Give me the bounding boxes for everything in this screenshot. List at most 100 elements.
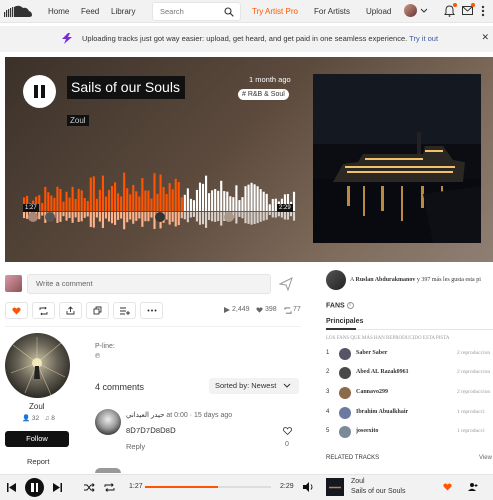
player-thumbnail[interactable] <box>326 478 344 496</box>
reply-button[interactable]: Reply <box>126 442 145 451</box>
comment-avatar-marker[interactable] <box>28 212 38 222</box>
player-like-icon[interactable] <box>443 483 452 491</box>
track-artist[interactable]: Zoul <box>67 115 89 126</box>
fan-avatar[interactable] <box>339 367 351 379</box>
comment-input[interactable]: Write a comment <box>27 274 271 294</box>
sort-dropdown[interactable]: Sorted by: Newest <box>209 378 299 394</box>
fan-avatar[interactable] <box>339 348 351 360</box>
fan-name[interactable]: Ibrahim Abualkhair <box>356 409 408 415</box>
like-button[interactable] <box>5 302 28 319</box>
comment-body: 8ᗞ7ᗞ7ᗞ8ᗞ8ᗞ <box>126 426 176 435</box>
view-all-link[interactable]: View <box>479 455 492 461</box>
player-title[interactable]: Sails of our Souls <box>351 488 405 495</box>
comment-author-avatar[interactable] <box>95 409 121 435</box>
waveform-reflection-bar <box>147 212 150 222</box>
comment-avatar-marker[interactable] <box>224 212 234 222</box>
upload-link[interactable]: Upload <box>366 0 391 23</box>
waveform-reflection-bar <box>286 212 290 220</box>
artist-avatar[interactable] <box>5 333 70 398</box>
comment-like-icon[interactable] <box>283 427 292 435</box>
waveform-reflection-bar <box>217 212 220 222</box>
share-button[interactable] <box>59 302 82 319</box>
waveform-reflection-bar <box>171 212 174 222</box>
search-icon[interactable] <box>224 7 234 17</box>
fan-row[interactable]: 2 Abed AL Razak0961 2 reproduccion <box>326 367 493 381</box>
more-options-icon[interactable] <box>481 5 485 17</box>
user-avatar[interactable] <box>404 4 417 17</box>
waveform-bar <box>44 186 47 211</box>
waveform-reflection-bar <box>110 212 114 224</box>
fan-avatar[interactable] <box>339 387 351 399</box>
fan-name[interactable]: Abed AL Razak0961 <box>356 369 409 375</box>
comment-header: حيدر العيداني at 0:00 · 15 days ago <box>126 411 232 419</box>
search-input[interactable] <box>153 3 219 20</box>
waveform-total-time: 2:29 <box>277 204 293 212</box>
liker-avatar[interactable] <box>326 270 346 290</box>
try-artist-pro-link[interactable]: Try Artist Pro <box>252 0 298 23</box>
nav-library[interactable]: Library <box>111 0 135 23</box>
waveform-reflection-bar <box>195 212 199 222</box>
waveform-reflection-bar <box>71 212 74 223</box>
waveform-bar <box>114 182 117 211</box>
soundcloud-logo-icon[interactable] <box>4 4 34 19</box>
fan-row[interactable]: 4 Ibrahim Abualkhair 1 reproducci <box>326 407 493 421</box>
waveform-reflection-bar <box>65 212 68 221</box>
for-artists-link[interactable]: For Artists <box>314 0 350 23</box>
send-icon[interactable] <box>279 277 293 291</box>
genre-tag[interactable]: # R&B & Soul <box>238 89 289 100</box>
comment-author-avatar[interactable] <box>95 468 121 473</box>
fan-name[interactable]: Saber Saber <box>356 350 387 356</box>
tab-principales[interactable]: Principales <box>326 318 363 325</box>
info-icon[interactable]: i <box>346 302 354 309</box>
player-pause-button[interactable] <box>25 478 44 497</box>
nav-feed[interactable]: Feed <box>81 0 99 23</box>
player-artist[interactable]: Zoul <box>351 478 365 485</box>
repeat-icon[interactable] <box>104 483 115 492</box>
fan-name[interactable]: Cannavo299 <box>356 389 388 395</box>
waveform-bar <box>223 191 226 211</box>
waveform-reflection-bar <box>107 212 111 222</box>
waveform-reflection-bar <box>89 212 92 228</box>
play-pause-button[interactable] <box>23 75 56 108</box>
waveform-reflection-bar <box>192 212 195 217</box>
close-icon[interactable]: ✕ <box>481 32 489 43</box>
waveform-reflection-bar <box>165 212 168 220</box>
waveform-reflection-bar <box>98 212 101 222</box>
waveform-bar <box>123 172 126 211</box>
fan-row[interactable]: 5 joseexito 1 reproducci <box>326 426 493 440</box>
nav-home[interactable]: Home <box>48 0 69 23</box>
fan-row[interactable]: 3 Cannavo299 2 reproduccion <box>326 387 493 401</box>
chevron-down-icon[interactable] <box>420 8 428 14</box>
next-icon[interactable] <box>53 483 62 492</box>
previous-icon[interactable] <box>7 483 16 492</box>
fan-plays: 2 reproduccion <box>457 389 491 395</box>
liked-by-user[interactable]: Ruslan Abdurakmanov <box>356 277 416 283</box>
comment-timestamp[interactable]: at 0:00 <box>166 412 187 419</box>
artist-name[interactable]: Zoul <box>29 402 45 411</box>
report-link[interactable]: Report <box>27 457 50 466</box>
follow-user-icon[interactable] <box>468 482 478 492</box>
repost-button[interactable] <box>32 302 55 319</box>
add-to-playlist-button[interactable] <box>113 302 136 319</box>
try-it-out-link[interactable]: Try it out <box>409 34 438 43</box>
comment-author[interactable]: حيدر العيداني <box>126 412 164 419</box>
waveform-bar <box>53 197 56 211</box>
mail-icon[interactable] <box>462 6 473 16</box>
volume-icon[interactable] <box>303 482 314 492</box>
shuffle-icon[interactable] <box>84 483 95 492</box>
comment-avatar-marker[interactable] <box>45 212 55 222</box>
pline-label: P-line: <box>95 343 115 350</box>
player-progress-bar[interactable] <box>145 486 271 488</box>
waveform[interactable] <box>23 167 296 237</box>
comment-avatar-marker[interactable] <box>155 212 165 222</box>
waveform-reflection-bar <box>274 212 277 218</box>
waveform-bar <box>292 191 296 211</box>
fan-row[interactable]: 1 Saber Saber 2 reproduccion <box>326 348 493 362</box>
copy-link-button[interactable] <box>86 302 109 319</box>
more-button[interactable] <box>140 302 163 319</box>
follow-button[interactable]: Follow <box>5 431 69 447</box>
fan-name[interactable]: joseexito <box>356 428 378 434</box>
fan-avatar[interactable] <box>339 426 351 438</box>
fan-avatar[interactable] <box>339 407 351 419</box>
top-nav: Home Feed Library Try Artist Pro For Art… <box>0 0 493 23</box>
